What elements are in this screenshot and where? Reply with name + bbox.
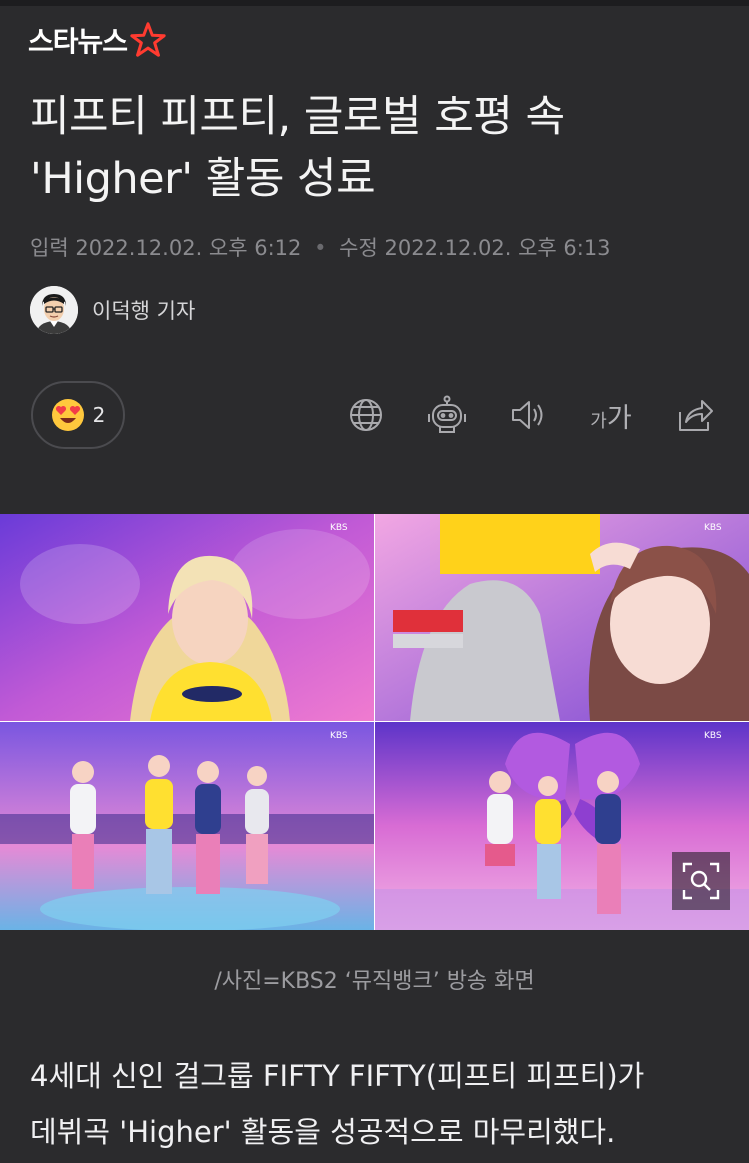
kbs-mark-1: KBS [330,523,348,533]
reporter-name: 이덕행 기자 [92,299,196,323]
kbs-mark-3: KBS [330,731,348,741]
input-time: 2022.12.02. 오후 6:12 [75,236,302,260]
article-dates: 입력 2022.12.02. 오후 6:12 • 수정 2022.12.02. … [30,232,611,262]
summary-bot-button[interactable] [426,394,468,436]
article-photo[interactable]: KBS KBS KBS KBS [0,514,749,930]
speaker-icon [512,401,543,429]
font-large-label: 가 [606,402,632,434]
kbs-mark-4: KBS [704,731,722,741]
font-size-button[interactable]: 가가 [586,394,636,436]
date-separator: • [314,236,327,260]
font-small-label: 가 [590,410,607,432]
title-line-1: 피프티 피프티, 글로벌 호평 속 [30,92,565,142]
title-line-2: 'Higher' 활동 성료 [30,154,376,204]
photo-zoom-button[interactable] [672,852,730,910]
body-line-2: 데뷔곡 'Higher' 활동을 성공적으로 마무리했다. [30,1115,616,1149]
kbs-mark-2: KBS [704,523,722,533]
modified-label: 수정 [339,236,378,260]
reaction-count: 2 [92,403,106,427]
section-divider [0,485,749,486]
text-to-speech-button[interactable] [507,394,549,436]
zoom-icon [682,862,720,900]
translate-button[interactable] [345,394,387,436]
share-button[interactable] [675,394,717,436]
globe-icon [350,399,382,431]
article-body: 4세대 신인 걸그룹 FIFTY FIFTY(피프티 피프티)가 데뷔곡 'Hi… [30,1048,730,1160]
modified-time: 2022.12.02. 오후 6:13 [384,236,611,260]
logo-text: 스타뉴스 [28,25,128,58]
body-line-1: 4세대 신인 걸그룹 FIFTY FIFTY(피프티 피프티)가 [30,1059,645,1093]
reporter-avatar [30,286,78,334]
input-label: 입력 [30,236,69,260]
share-icon [679,400,713,431]
photo-caption: /사진=KBS2 ‘뮤직뱅크’ 방송 화면 [214,969,535,994]
robot-icon [428,395,466,433]
article-title: 피프티 피프티, 글로벌 호평 속 'Higher' 활동 성료 [30,86,720,210]
concert-collage-image: KBS KBS KBS KBS [0,514,749,930]
status-bar [0,0,749,6]
heart-eyes-emoji-icon [51,399,84,431]
site-logo[interactable]: 스타뉴스 [28,16,167,64]
reaction-button[interactable]: 2 [31,381,125,449]
reporter-info[interactable]: 이덕행 기자 [30,286,195,334]
star-logo-icon [130,22,166,57]
font-size-icon: 가가 [590,396,631,435]
